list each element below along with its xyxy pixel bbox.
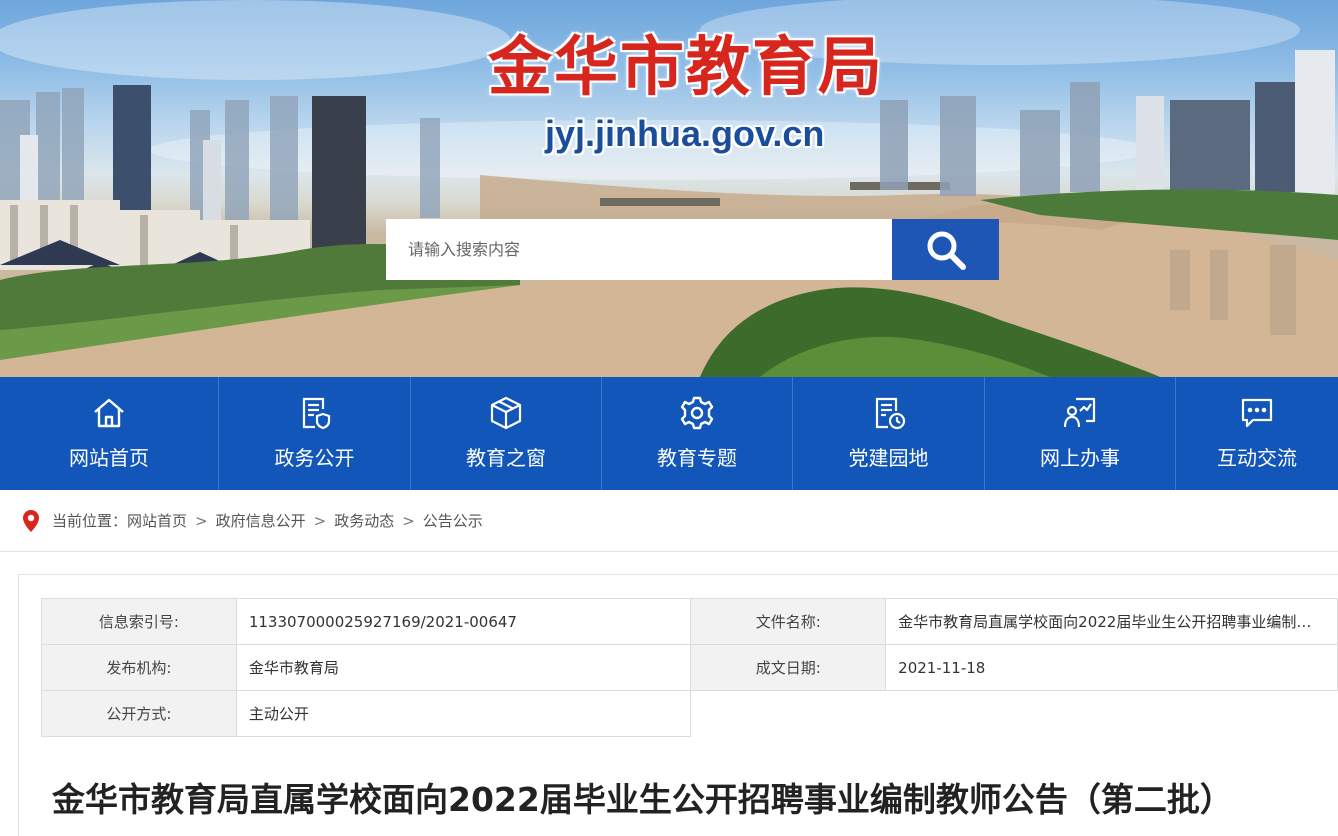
breadcrumb-separator: >: [402, 511, 415, 530]
table-row: 公开方式: 主动公开: [41, 690, 1338, 737]
index-value: 113307000025927169/2021-00647: [235, 598, 692, 645]
header-banner: 金华市教育局 jyj.jinhua.gov.cn: [0, 0, 1338, 377]
nav-label: 网上办事: [1040, 446, 1120, 470]
site-title: 金华市教育局: [488, 30, 884, 105]
nav-item-gov-affairs[interactable]: 政务公开: [218, 377, 410, 490]
nav-label: 网站首页: [69, 446, 149, 470]
cube-icon: [486, 393, 526, 433]
breadcrumb-separator: >: [313, 511, 327, 530]
disclosure-value: 主动公开: [235, 690, 692, 737]
search-button[interactable]: [892, 219, 999, 280]
document-shield-icon: [295, 393, 335, 433]
breadcrumb-separator: >: [195, 511, 208, 530]
table-row: 信息索引号: 113307000025927169/2021-00647 文件名…: [41, 598, 1338, 645]
nav-item-party-building[interactable]: 党建园地: [792, 377, 984, 490]
breadcrumb: 当前位置： 网站首页 > 政府信息公开 > 政务动态 > 公告公示: [0, 490, 1338, 552]
breadcrumb-home[interactable]: 网站首页: [127, 510, 187, 531]
breadcrumb-prefix: 当前位置：: [52, 512, 128, 530]
document-meta-table: 信息索引号: 113307000025927169/2021-00647 文件名…: [41, 598, 1338, 737]
nav-item-education-topics[interactable]: 教育专题: [601, 377, 792, 490]
publisher-value: 金华市教育局: [235, 644, 692, 691]
table-row: 发布机构: 金华市教育局 成文日期: 2021-11-18: [41, 644, 1338, 691]
search-input[interactable]: [386, 219, 892, 280]
chat-icon: [1237, 393, 1277, 433]
disclosure-label: 公开方式:: [41, 690, 237, 737]
document-clock-icon: [869, 393, 909, 433]
breadcrumb-announcements[interactable]: 公告公示: [423, 510, 483, 531]
file-name-label: 文件名称:: [690, 598, 887, 645]
date-value: 2021-11-18: [885, 644, 1338, 691]
nav-label: 教育之窗: [466, 446, 546, 470]
empty-cell: [690, 690, 1338, 737]
nav-label: 政务公开: [274, 446, 355, 470]
nav-label: 教育专题: [657, 446, 737, 470]
nav-label: 互动交流: [1217, 446, 1297, 470]
nav-item-interaction[interactable]: 互动交流: [1175, 377, 1338, 490]
article-title: 金华市教育局直属学校面向2022届毕业生公开招聘事业编制教师公告（第二批）: [52, 780, 1233, 819]
date-label: 成文日期:: [690, 644, 887, 691]
chart-user-icon: [1060, 393, 1100, 433]
index-label: 信息索引号:: [41, 598, 237, 645]
breadcrumb-gov-info[interactable]: 政府信息公开: [216, 510, 306, 531]
nav-item-education-window[interactable]: 教育之窗: [410, 377, 601, 490]
gear-icon: [677, 393, 717, 433]
site-url: jyj.jinhua.gov.cn: [545, 113, 825, 154]
home-icon: [89, 393, 129, 433]
main-nav: 网站首页 政务公开 教育之窗 教育专题 党建园地 网上办事 互动交流: [0, 377, 1338, 490]
nav-item-home[interactable]: 网站首页: [0, 377, 218, 490]
location-pin-icon: [23, 509, 39, 532]
breadcrumb-gov-news[interactable]: 政务动态: [334, 510, 394, 531]
file-name-value: 金华市教育局直属学校面向2022届毕业生公开招聘事业编制…: [885, 598, 1338, 645]
publisher-label: 发布机构:: [41, 644, 237, 691]
search-icon: [927, 231, 966, 270]
nav-label: 党建园地: [848, 446, 929, 470]
nav-item-online-services[interactable]: 网上办事: [984, 377, 1175, 490]
